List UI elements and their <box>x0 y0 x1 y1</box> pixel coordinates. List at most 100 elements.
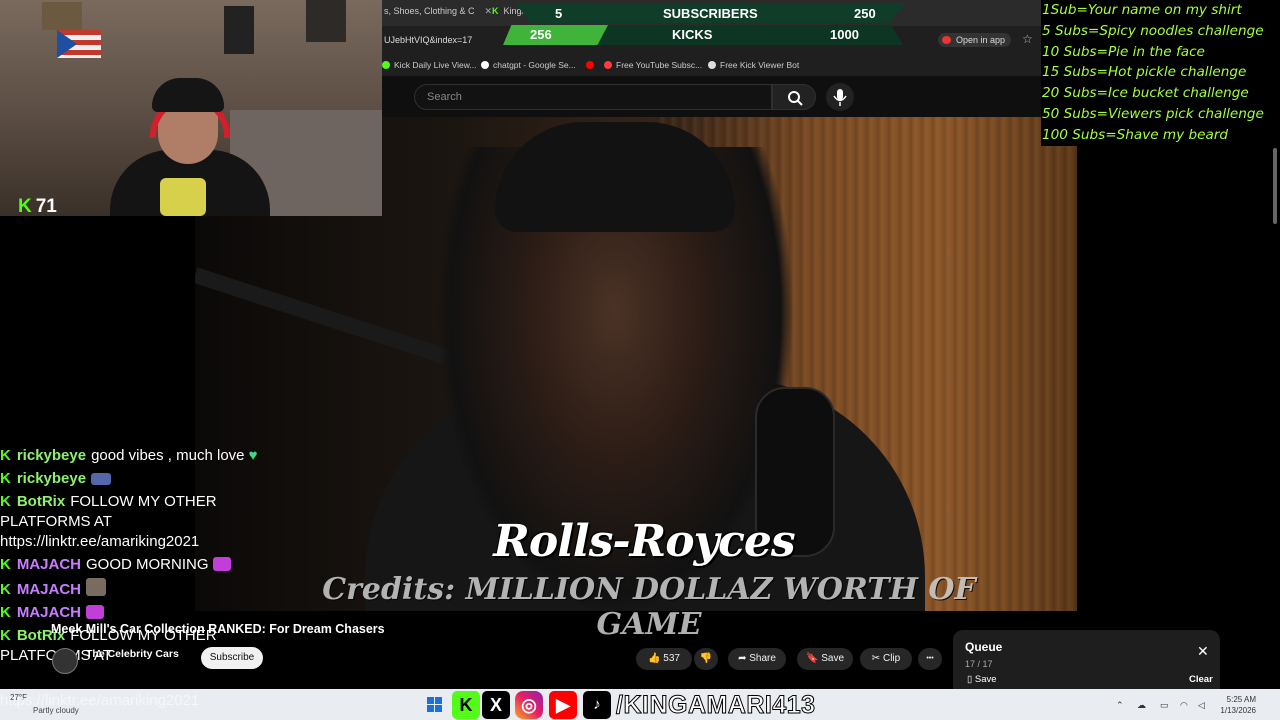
chat-message: K BotRix FOLLOW MY OTHER PLATFORMS AT http… <box>0 492 260 552</box>
clip-button[interactable]: ✂ Clip <box>860 648 912 670</box>
photo-emote <box>86 578 107 596</box>
bookmark-free-kick-viewer[interactable]: Free Kick Viewer Bot <box>708 60 799 70</box>
kick-badge: K <box>0 447 11 464</box>
goal-item: 1Sub=Your name on my shirt <box>1042 2 1242 18</box>
bow-emote <box>212 557 231 571</box>
video-title-overlay: Rolls-Royces <box>493 516 795 567</box>
chat-username: MAJACH <box>16 581 82 598</box>
bookmark-chatgpt[interactable]: chatgpt - Google Se... <box>481 60 576 70</box>
subscribers-goal: 250 <box>854 6 876 21</box>
social-handle: /KINGAMARI413 <box>616 691 816 720</box>
video-info-row: Meek Mill's Car Collection RANKED: For D… <box>0 612 945 686</box>
dislike-button[interactable]: 👎 <box>694 648 718 670</box>
chevron-up-icon[interactable]: ⌃ <box>1116 700 1124 711</box>
kicks-progress-fill <box>503 25 608 45</box>
queue-clear-button[interactable]: Clear <box>1189 674 1213 685</box>
goal-item: 15 Subs=Hot pickle challenge <box>1042 64 1247 81</box>
share-button[interactable]: ➦ Share <box>728 648 786 670</box>
goal-counter: 5 SUBSCRIBERS 250 256 KICKS 1000 <box>503 3 908 46</box>
kick-icon: K <box>452 691 480 719</box>
kicks-goal: 1000 <box>830 27 859 42</box>
search-button[interactable] <box>772 84 816 110</box>
kick-icon <box>382 61 390 69</box>
search-input[interactable]: Search <box>414 84 772 110</box>
cloud-icon[interactable]: ☁ <box>1137 700 1146 711</box>
more-actions-button[interactable]: ••• <box>918 648 942 670</box>
system-clock[interactable]: 5:25 AM 1/13/2026 <box>1216 694 1256 716</box>
goal-item: 50 Subs=Viewers pick challenge <box>1042 105 1264 122</box>
chat-message: K MAJACH GOOD MORNING <box>0 555 260 575</box>
lurk-emote <box>91 473 112 485</box>
flag <box>57 30 101 58</box>
chat-username: rickybeye <box>16 470 87 487</box>
bookmark-label: Free YouTube Subsc... <box>616 60 703 70</box>
webcam-overlay: K 71 <box>0 0 382 216</box>
goal-item: 20 Subs=Ice bucket challenge <box>1042 85 1249 102</box>
kick-badge: K <box>0 470 11 487</box>
wall-poster <box>224 6 254 54</box>
channel-avatar[interactable] <box>52 648 78 674</box>
wifi-icon[interactable]: ◠ <box>1180 700 1188 711</box>
voice-search-button[interactable] <box>826 83 854 111</box>
mic-icon <box>833 89 847 106</box>
viewer-count-value: 71 <box>35 196 57 216</box>
kick-icon: K <box>18 196 32 216</box>
clip-label: Clip <box>882 653 901 664</box>
save-button[interactable]: 🔖 Save <box>797 648 853 670</box>
thumbs-up-icon: 👍 <box>648 653 661 664</box>
channel-name[interactable]: The Celebrity Cars <box>86 648 179 660</box>
windows-start-icon[interactable] <box>427 697 442 712</box>
thumbs-down-icon: 👎 <box>699 653 713 664</box>
share-label: Share <box>749 653 776 664</box>
tiktok-icon: ♪ <box>583 691 611 719</box>
x-icon: X <box>482 691 510 719</box>
bookmark-youtube[interactable] <box>586 60 598 70</box>
like-count: 537 <box>663 653 680 664</box>
wall-poster <box>306 0 346 42</box>
queue-panel: Queue 17 / 17 ✕ ▯ Save Clear <box>953 630 1220 690</box>
heart-icon: ♥ <box>248 447 258 464</box>
open-in-app-button[interactable]: Open in app <box>938 33 1012 47</box>
youtube-icon <box>604 61 612 69</box>
chat-message: Krickybeye <box>0 469 260 489</box>
globe-icon <box>708 61 716 69</box>
queue-title: Queue <box>965 640 1003 654</box>
tab-label: s, Shoes, Clothing & C <box>384 6 475 16</box>
shirt-graphic <box>160 178 206 216</box>
close-icon[interactable]: ✕ <box>1197 644 1209 658</box>
volume-icon[interactable]: ◁ <box>1198 700 1205 711</box>
bookmark-free-youtube[interactable]: Free YouTube Subsc... <box>604 60 702 70</box>
bookmark-icon: ▯ <box>967 674 973 685</box>
open-in-app-label: Open in app <box>956 35 1006 45</box>
scrollbar[interactable] <box>1273 148 1277 224</box>
search-icon <box>788 91 803 106</box>
close-icon[interactable]: ✕ <box>485 6 493 16</box>
network-icon[interactable]: ▭ <box>1160 700 1169 711</box>
chat-text: good vibes , much love <box>91 447 245 464</box>
chat-username: MAJACH <box>16 556 82 573</box>
subscribe-button[interactable]: Subscribe <box>201 647 263 669</box>
clock-date: 1/13/2026 <box>1220 706 1256 715</box>
bookmarks-bar: Kick Daily Live View... chatgpt - Google… <box>382 54 1042 76</box>
youtube-icon <box>586 61 594 69</box>
url-field[interactable]: UJebHtVIQ&index=17 <box>384 35 472 45</box>
queue-save-button[interactable]: ▯ Save <box>967 674 997 685</box>
goal-item: 10 Subs=Pie in the face <box>1042 43 1205 60</box>
chat-username: rickybeye <box>16 447 87 464</box>
kick-badge: K <box>0 556 11 573</box>
google-icon <box>481 61 489 69</box>
share-icon: ➦ <box>738 653 747 664</box>
kick-icon: K <box>492 6 499 16</box>
kicks-label: KICKS <box>672 27 713 42</box>
clock-time: 5:25 AM <box>1226 695 1256 704</box>
bookmark-star-icon[interactable]: ☆ <box>1022 32 1033 46</box>
tab-shoes[interactable]: s, Shoes, Clothing & C ✕ <box>384 6 492 17</box>
like-button[interactable]: 👍 537 <box>636 648 692 670</box>
bookmark-label: chatgpt - Google Se... <box>493 60 576 70</box>
kick-badge: K <box>0 581 11 598</box>
save-label: Save <box>821 653 845 664</box>
youtube-icon <box>942 36 951 44</box>
bookmark-kick-daily[interactable]: Kick Daily Live View... <box>382 60 477 70</box>
subscriber-goals: 1Sub=Your name on my shirt 5 Subs=Spicy … <box>1041 0 1280 146</box>
subscribers-label: SUBSCRIBERS <box>663 6 758 21</box>
